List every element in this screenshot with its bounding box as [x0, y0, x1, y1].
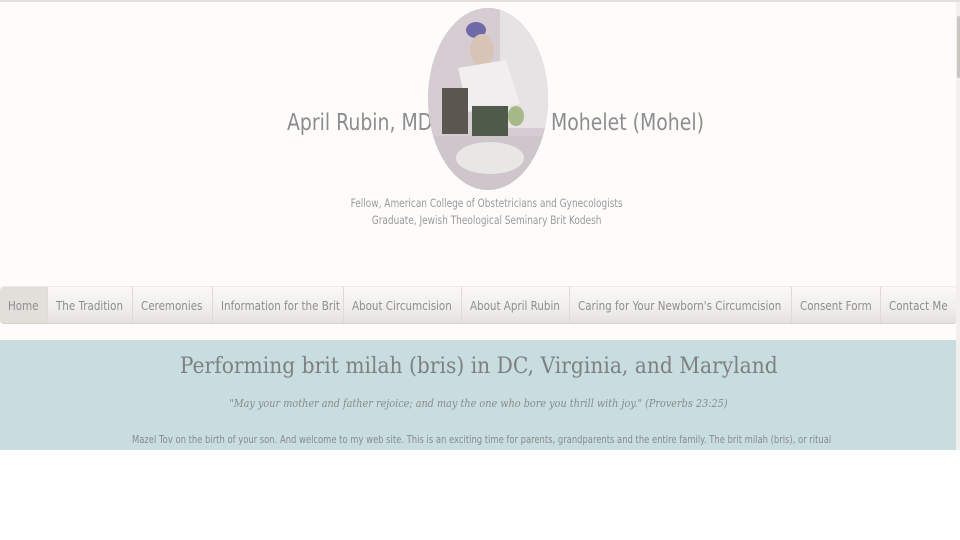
page-title: Performing brit milah (bris) in DC, Virg…: [179, 354, 778, 379]
nav-caring-for-newborn[interactable]: Caring for Your Newborn's Circumcision: [570, 287, 792, 323]
nav-home[interactable]: Home: [0, 287, 48, 323]
credential-line-1: Fellow, American College of Obstetrician…: [350, 196, 623, 210]
nav-caring-label: Caring for Your Newborn's Circumcision: [578, 299, 782, 313]
nav-about-circumcision-label: About Circumcision: [352, 299, 452, 313]
nav-contact-me[interactable]: Contact Me: [881, 287, 957, 323]
credential-line-2: Graduate, Jewish Theological Seminary Br…: [371, 213, 602, 227]
nav-the-tradition[interactable]: The Tradition: [48, 287, 133, 323]
intro-paragraph: Mazel Tov on the birth of your son. And …: [132, 434, 832, 446]
nav-about-april-rubin-label: About April Rubin: [470, 299, 560, 313]
nav-consent-form-label: Consent Form: [800, 299, 872, 313]
nav-information-label: Information for the Brit: [221, 299, 340, 313]
main-navigation: Home The Tradition Ceremonies Informatio…: [0, 286, 957, 324]
nav-contact-me-label: Contact Me: [889, 299, 948, 313]
nav-home-label: Home: [8, 299, 39, 313]
nav-ceremonies-label: Ceremonies: [141, 299, 203, 313]
nav-consent-form[interactable]: Consent Form: [792, 287, 881, 323]
nav-information-for-the-brit[interactable]: Information for the Brit: [213, 287, 344, 323]
doctor-title: Mohelet (Mohel): [551, 110, 704, 136]
nav-ceremonies[interactable]: Ceremonies: [133, 287, 213, 323]
doctor-name: April Rubin, MD: [287, 110, 433, 136]
proverb-quote: "May your mother and father rejoice; and…: [229, 397, 728, 410]
portrait-photo: [428, 8, 548, 190]
scrollbar[interactable]: [956, 2, 960, 450]
main-content: Performing brit milah (bris) in DC, Virg…: [0, 340, 957, 450]
site-header: April Rubin, MD Mohelet (Mohel) Fellow, …: [0, 2, 957, 282]
nav-the-tradition-label: The Tradition: [56, 299, 124, 313]
nav-about-april-rubin[interactable]: About April Rubin: [462, 287, 570, 323]
nav-about-circumcision[interactable]: About Circumcision: [344, 287, 462, 323]
browser-viewport: April Rubin, MD Mohelet (Mohel) Fellow, …: [0, 0, 960, 450]
